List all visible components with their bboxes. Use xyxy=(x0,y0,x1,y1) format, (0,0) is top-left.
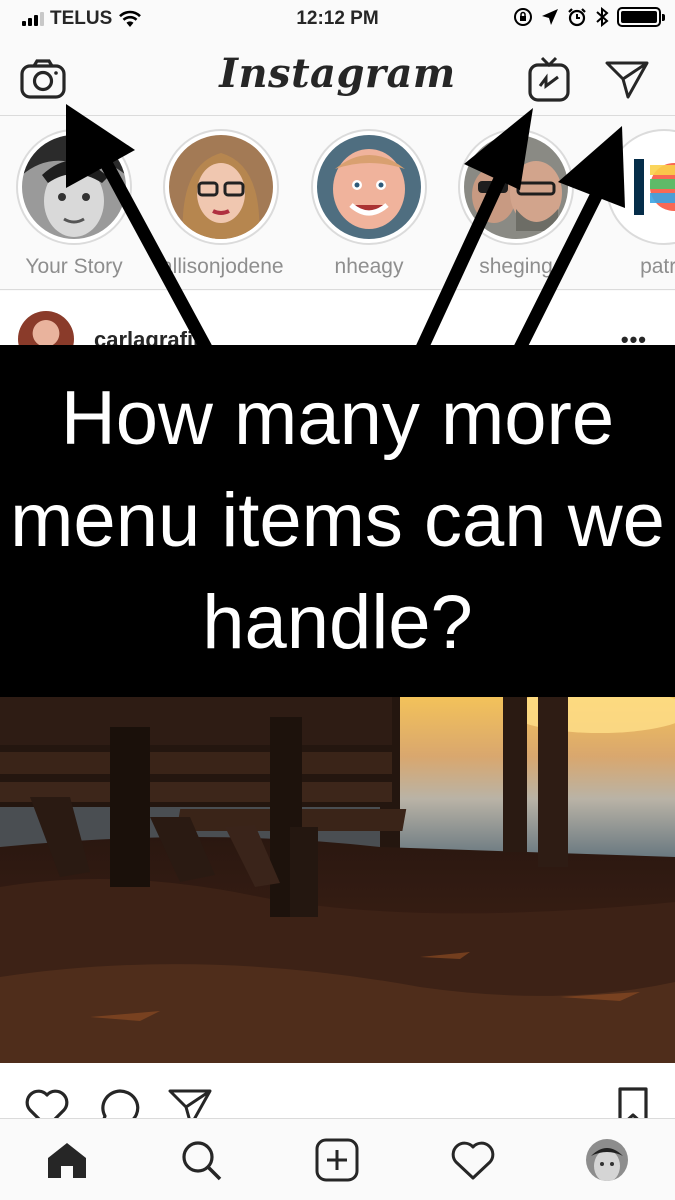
story-name: Your Story xyxy=(25,255,123,278)
search-icon xyxy=(182,1141,222,1181)
status-bar: TELUS 12:12 PM xyxy=(0,0,675,38)
app-header: Instagram xyxy=(0,38,675,116)
profile-avatar-icon xyxy=(586,1139,628,1181)
igtv-button[interactable] xyxy=(526,56,572,102)
alarm-icon xyxy=(568,8,586,27)
story-ring xyxy=(163,129,279,245)
tab-new-post[interactable] xyxy=(314,1137,360,1183)
stories-tray: Your Story allisonjodene nheagy sheging … xyxy=(0,117,675,290)
story-ring xyxy=(311,129,427,245)
story-avatar xyxy=(612,135,675,239)
story-ring xyxy=(606,129,675,245)
story-avatar xyxy=(464,135,568,239)
story-item[interactable]: sheging xyxy=(456,129,576,279)
tab-activity[interactable] xyxy=(450,1137,496,1183)
story-ring xyxy=(16,129,132,245)
story-name: patre xyxy=(640,255,675,278)
story-item[interactable]: patre xyxy=(604,129,675,279)
lock-rotation-icon xyxy=(514,8,532,26)
tab-profile[interactable] xyxy=(584,1137,630,1183)
bottom-tab-bar xyxy=(0,1118,675,1200)
post-header: carlagrafin ••• xyxy=(0,291,675,367)
share-icon[interactable] xyxy=(168,1087,212,1120)
story-item[interactable]: Your Story xyxy=(14,129,134,279)
story-ring xyxy=(458,129,574,245)
story-item[interactable]: allisonjodene xyxy=(161,129,284,279)
location-icon xyxy=(542,9,558,25)
story-avatar xyxy=(317,135,421,239)
battery-icon xyxy=(617,7,665,27)
post-actions xyxy=(0,1063,675,1120)
story-name: nheagy xyxy=(334,255,404,278)
direct-message-icon xyxy=(605,61,649,99)
caption-overlay: How many more menu items can we handle? xyxy=(0,345,675,697)
story-avatar xyxy=(22,135,126,239)
instagram-logo: Instagram xyxy=(219,50,456,97)
status-icons xyxy=(513,7,665,27)
tab-home[interactable] xyxy=(44,1137,90,1183)
direct-message-button[interactable] xyxy=(604,56,650,102)
tab-search[interactable] xyxy=(178,1137,224,1183)
story-item[interactable]: nheagy xyxy=(309,129,429,279)
activity-icon xyxy=(451,1141,495,1180)
igtv-icon xyxy=(528,56,570,102)
story-name: sheging xyxy=(479,255,553,278)
post-photo xyxy=(0,697,675,1063)
overlay-caption: How many more menu items can we handle? xyxy=(10,376,665,665)
bookmark-icon[interactable] xyxy=(616,1087,650,1120)
new-post-icon xyxy=(315,1138,359,1182)
comment-icon[interactable] xyxy=(98,1087,142,1120)
story-avatar xyxy=(169,135,273,239)
like-icon[interactable] xyxy=(24,1087,70,1120)
bluetooth-icon xyxy=(596,7,609,27)
story-name: allisonjodene xyxy=(161,255,284,278)
home-icon xyxy=(48,1143,86,1178)
